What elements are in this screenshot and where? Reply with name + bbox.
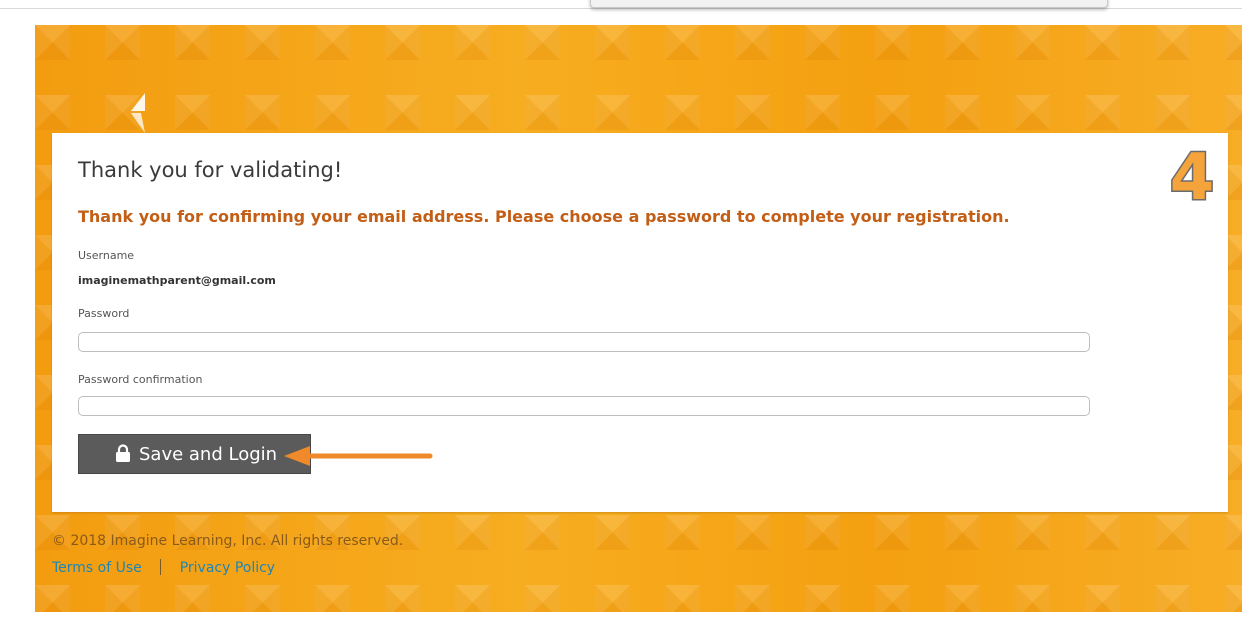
password-input[interactable]: [78, 332, 1090, 352]
save-and-login-button[interactable]: Save and Login: [78, 434, 311, 474]
username-label: Username: [78, 249, 135, 262]
step-number-text: 4: [1170, 143, 1215, 207]
username-value: imaginemathparent@gmail.com: [78, 274, 276, 287]
password-confirmation-label: Password confirmation: [78, 373, 203, 386]
footer-links: Terms of Use Privacy Policy: [52, 559, 275, 576]
page-title: Thank you for validating!: [78, 158, 343, 182]
privacy-policy-link[interactable]: Privacy Policy: [180, 560, 275, 576]
logo-icon: [131, 93, 145, 133]
password-confirmation-input[interactable]: [78, 396, 1090, 416]
password-label: Password: [78, 307, 130, 320]
top-divider: [0, 8, 1242, 9]
save-and-login-label: Save and Login: [139, 443, 278, 465]
registration-card: Thank you for validating! Thank you for …: [52, 133, 1228, 512]
footer-link-divider: [160, 559, 162, 575]
copyright-text: © 2018 Imagine Learning, Inc. All rights…: [52, 533, 404, 549]
step-number-badge: 4: [1168, 143, 1216, 207]
top-tab-overlay: [590, 0, 1108, 8]
confirmation-message: Thank you for confirming your email addr…: [78, 207, 1010, 226]
annotation-arrow-icon: [284, 446, 433, 466]
terms-of-use-link[interactable]: Terms of Use: [52, 560, 142, 576]
lock-icon: [116, 444, 130, 462]
